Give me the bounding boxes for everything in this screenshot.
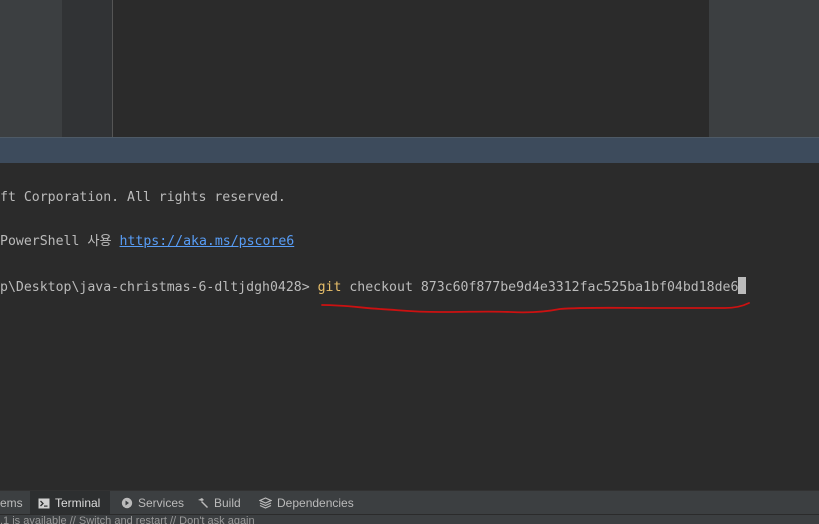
tab-terminal-label: Terminal [55,496,101,510]
annotation-stroke [321,302,750,314]
tab-problems-label: ems [0,496,23,510]
tab-build[interactable]: Build [197,491,241,515]
hammer-icon [198,498,208,508]
layers-icon [259,497,272,509]
tab-terminal[interactable]: Terminal [30,491,110,515]
tab-problems[interactable]: ems [0,491,26,515]
terminal-icon [38,498,50,508]
tab-services[interactable]: Services [121,491,184,515]
red-underline-annotation [321,302,750,314]
tab-dependencies[interactable]: Dependencies [259,491,354,515]
tab-build-label: Build [214,496,241,510]
services-icon [121,497,133,509]
tab-services-label: Services [138,496,185,510]
tab-dependencies-label: Dependencies [277,496,354,510]
tool-window-bar: ems Terminal Services Build Dependencies [0,490,819,515]
